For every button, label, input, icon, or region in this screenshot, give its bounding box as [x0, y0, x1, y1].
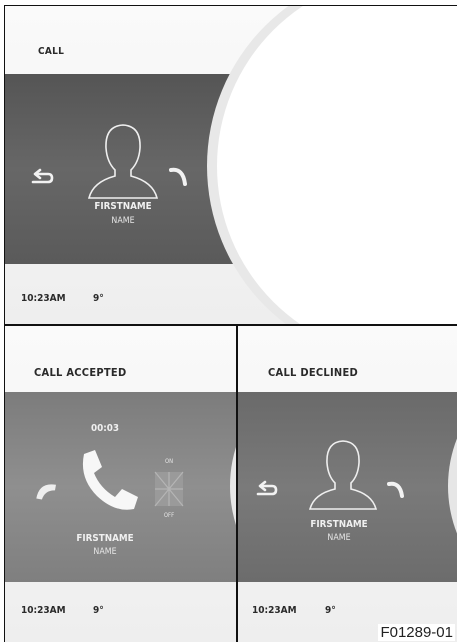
outside-temperature: 9°: [93, 605, 104, 616]
outside-temperature: 9°: [325, 605, 336, 616]
caller-name: NAME: [327, 533, 351, 543]
clock-time: 10:23AM: [252, 605, 297, 616]
caller-firstname: FIRSTNAME: [94, 201, 152, 212]
call-screen-panel: CALL FIRSTNAME NAME 10:23AM 9°: [5, 6, 457, 324]
call-accepted-panel: CALL ACCEPTED 00:03 ON OFF FIRSTNAME NAM…: [5, 326, 236, 642]
caller-name: NAME: [111, 216, 135, 226]
call-declined-panel: CALL DECLINED FIRSTNAME NAME 10:23AM 9°: [238, 326, 457, 642]
mute-on-label: ON: [164, 458, 174, 465]
call-duration: 00:03: [90, 423, 120, 434]
screen-title: CALL: [38, 46, 65, 57]
outside-temperature: 9°: [93, 293, 104, 304]
caller-name: NAME: [93, 547, 117, 557]
clock-time: 10:23AM: [21, 293, 66, 304]
call-screen-graphic: [5, 6, 457, 324]
screen-title: CALL ACCEPTED: [34, 366, 127, 379]
mute-off-label: OFF: [163, 512, 175, 519]
caller-firstname: FIRSTNAME: [76, 533, 134, 544]
mute-toggle-icon[interactable]: [154, 471, 184, 507]
figure-frame: CALL FIRSTNAME NAME 10:23AM 9° CALL ACCE…: [4, 5, 457, 642]
figure-code: F01289-01: [378, 624, 455, 641]
caller-firstname: FIRSTNAME: [310, 519, 368, 530]
screen-title: CALL DECLINED: [268, 366, 359, 379]
clock-time: 10:23AM: [21, 605, 66, 616]
